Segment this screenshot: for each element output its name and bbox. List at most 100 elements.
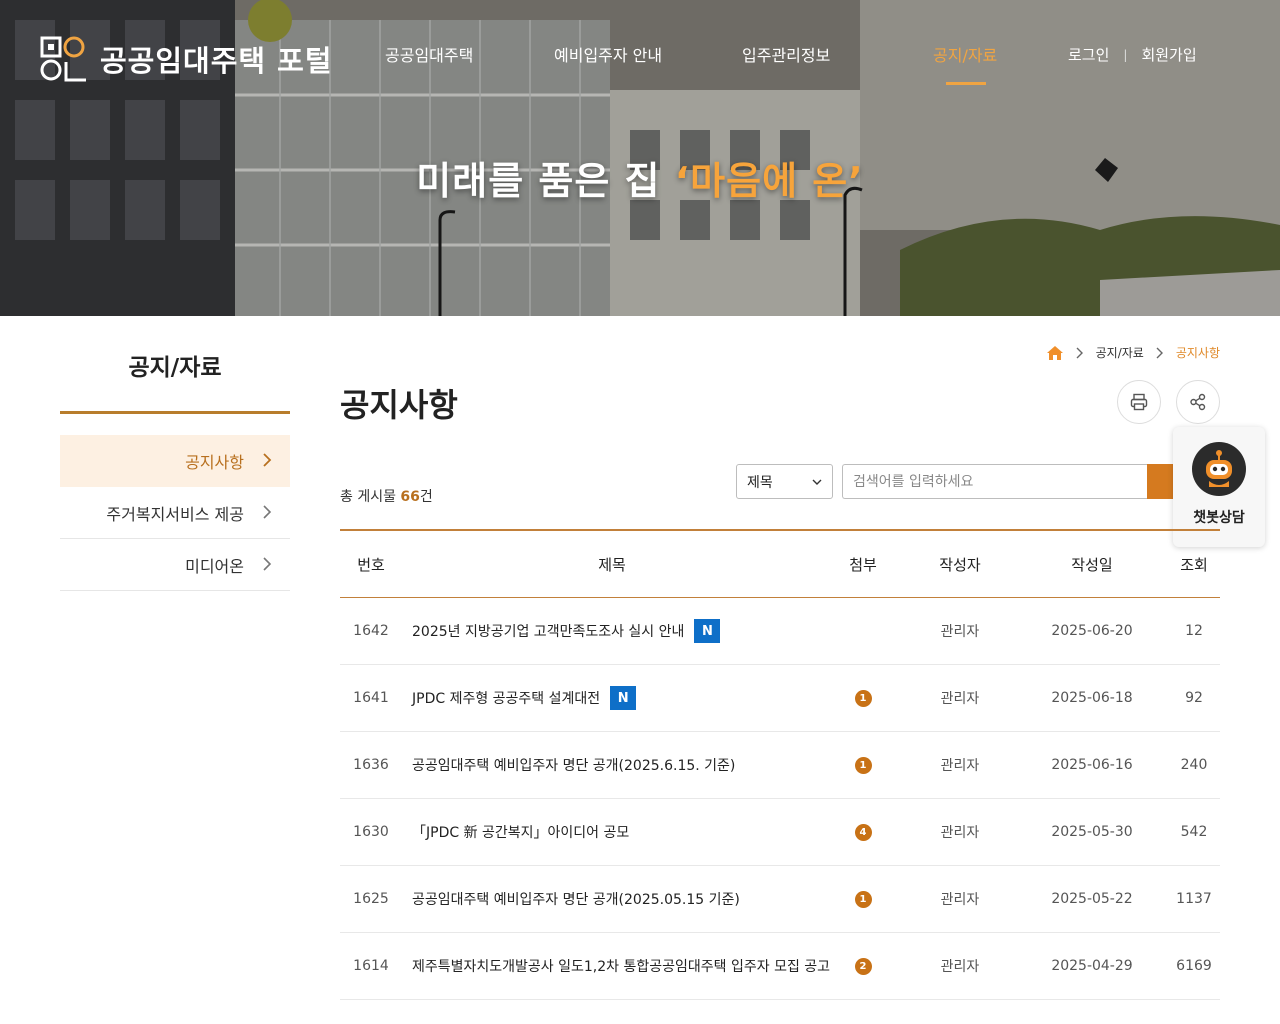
- post-date: 2025-04-29: [1051, 958, 1133, 974]
- post-views: 1137: [1176, 891, 1212, 907]
- tagline-main: 미래를 품은 집: [416, 159, 675, 203]
- post-date: 2025-06-20: [1051, 623, 1133, 639]
- attachment-cell: 1: [822, 890, 904, 908]
- nav-notice-resources[interactable]: 공지/자료: [933, 42, 997, 66]
- table-row[interactable]: 1636 공공임대주택 예비입주자 명단 공개(2025.6.15. 기준) 1…: [340, 732, 1220, 799]
- home-icon[interactable]: [1046, 345, 1064, 361]
- user-menu: 로그인 | 회원가입: [1068, 44, 1197, 65]
- post-number: 1614: [353, 958, 389, 974]
- nav-public-rental[interactable]: 공공임대주택: [385, 42, 473, 66]
- search-input[interactable]: [842, 464, 1147, 499]
- attachment-cell: 1: [822, 689, 904, 707]
- printer-icon: [1130, 393, 1148, 411]
- post-writer: 관리자: [940, 959, 980, 975]
- sidebar-item-label: 주거복지서비스 제공: [106, 504, 244, 524]
- post-number: 1641: [353, 690, 389, 706]
- sidebar-item-media-on[interactable]: 미디어온: [60, 539, 290, 591]
- post-title-link[interactable]: 「JPDC 新 공간복지」아이디어 공모: [412, 822, 629, 842]
- post-number: 1642: [353, 623, 389, 639]
- post-title-link[interactable]: 공공임대주택 예비입주자 명단 공개(2025.6.15. 기준): [412, 755, 735, 775]
- sidebar-title: 공지/자료: [128, 355, 222, 381]
- total-posts: 총 게시물 66건: [340, 486, 433, 506]
- post-title-link[interactable]: JPDC 제주형 공공주택 설계대전: [412, 688, 600, 708]
- post-title-link[interactable]: 제주특별자치도개발공사 일도1,2차 통합공공임대주택 입주자 모집 공고: [412, 956, 830, 976]
- print-button[interactable]: [1117, 380, 1161, 424]
- post-title-cell: 「JPDC 新 공간복지」아이디어 공모: [402, 822, 822, 842]
- sidebar-menu: 공지사항 주거복지서비스 제공 미디어온: [60, 435, 290, 591]
- chevron-right-icon: [1156, 347, 1163, 358]
- post-date: 2025-05-22: [1051, 891, 1133, 907]
- col-header-no: 번호: [357, 555, 385, 574]
- search-field-select[interactable]: 제목: [736, 464, 833, 499]
- post-title-cell: 2025년 지방공기업 고객만족도조사 실시 안내 N: [402, 619, 822, 643]
- signup-link[interactable]: 회원가입: [1141, 44, 1196, 65]
- attachment-count-badge[interactable]: 4: [854, 823, 872, 841]
- post-date: 2025-06-18: [1051, 690, 1133, 706]
- post-writer: 관리자: [940, 691, 980, 707]
- post-number: 1636: [353, 757, 389, 773]
- post-title-cell: JPDC 제주형 공공주택 설계대전 N: [402, 686, 822, 710]
- breadcrumb-current: 공지사항: [1175, 346, 1220, 360]
- table-row[interactable]: 1642 2025년 지방공기업 고객만족도조사 실시 안내 N 관리자 202…: [340, 598, 1220, 665]
- attachment-cell: 2: [822, 957, 904, 975]
- post-title-cell: 공공임대주택 예비입주자 명단 공개(2025.6.15. 기준): [402, 755, 822, 775]
- post-title-cell: 공공임대주택 예비입주자 명단 공개(2025.05.15 기준): [402, 889, 822, 909]
- attachment-count-badge[interactable]: 1: [854, 890, 872, 908]
- post-date: 2025-06-16: [1051, 757, 1133, 773]
- table-row[interactable]: 1614 제주특별자치도개발공사 일도1,2차 통합공공임대주택 입주자 모집 …: [340, 933, 1220, 1000]
- col-header-title: 제목: [598, 555, 626, 574]
- post-writer: 관리자: [940, 758, 980, 774]
- post-title-link[interactable]: 2025년 지방공기업 고객만족도조사 실시 안내: [412, 621, 684, 641]
- nav-residence-management[interactable]: 입주관리정보: [742, 42, 830, 66]
- sidebar-divider: [60, 411, 290, 414]
- col-header-writer: 작성자: [939, 555, 981, 574]
- post-views: 240: [1180, 757, 1208, 773]
- post-views: 92: [1185, 690, 1203, 706]
- total-count: 66: [400, 489, 420, 505]
- table-row[interactable]: 1630 「JPDC 新 공간복지」아이디어 공모 4 관리자 2025-05-…: [340, 799, 1220, 866]
- post-number: 1630: [353, 824, 389, 840]
- attachment-count-badge[interactable]: 1: [854, 689, 872, 707]
- share-icon: [1190, 393, 1206, 411]
- post-title-link[interactable]: 공공임대주택 예비입주자 명단 공개(2025.05.15 기준): [412, 889, 740, 909]
- chatbot-robot-icon: [1192, 442, 1246, 496]
- post-number: 1625: [353, 891, 389, 907]
- sidebar-item-notice[interactable]: 공지사항: [60, 435, 290, 487]
- attachment-count-badge[interactable]: 2: [854, 957, 872, 975]
- nav-waitlist-guide[interactable]: 예비입주자 안내: [554, 42, 662, 66]
- sidebar-item-housing-welfare[interactable]: 주거복지서비스 제공: [60, 487, 290, 539]
- breadcrumb-item[interactable]: 공지/자료: [1096, 344, 1144, 361]
- col-header-views: 조회: [1180, 555, 1208, 574]
- notice-table: 번호 제목 첨부 작성자 작성일 조회 1642 2025년 지방공기업 고객만…: [340, 529, 1220, 1000]
- table-row[interactable]: 1625 공공임대주택 예비입주자 명단 공개(2025.05.15 기준) 1…: [340, 866, 1220, 933]
- search-select-value: 제목: [747, 474, 773, 491]
- chevron-right-icon: [263, 453, 272, 467]
- post-views: 542: [1180, 824, 1208, 840]
- col-header-date: 작성일: [1071, 555, 1113, 574]
- chevron-right-icon: [263, 557, 272, 571]
- post-writer: 관리자: [940, 624, 980, 640]
- chevron-right-icon: [1076, 347, 1083, 358]
- post-date: 2025-05-30: [1051, 824, 1133, 840]
- post-writer: 관리자: [940, 825, 980, 841]
- sidebar-item-label: 미디어온: [185, 556, 244, 576]
- login-link[interactable]: 로그인: [1068, 44, 1109, 65]
- total-suffix: 건: [419, 489, 433, 505]
- sidebar-item-label: 공지사항: [185, 453, 244, 472]
- new-badge: N: [610, 686, 637, 710]
- total-prefix: 총 게시물: [340, 489, 401, 505]
- share-button[interactable]: [1176, 380, 1220, 424]
- hero-tagline: 미래를 품은 집 ‘마음에 온’: [0, 150, 1280, 205]
- col-header-attach: 첨부: [849, 555, 877, 574]
- table-row[interactable]: 1641 JPDC 제주형 공공주택 설계대전 N 1 관리자 2025-06-…: [340, 665, 1220, 732]
- attachment-count-badge[interactable]: 1: [854, 756, 872, 774]
- attachment-cell: 1: [822, 756, 904, 774]
- attachment-cell: 4: [822, 823, 904, 841]
- nav-active-indicator: [946, 82, 986, 85]
- chevron-down-icon: [812, 479, 822, 485]
- chatbot-label: 챗봇상담: [1193, 510, 1245, 526]
- util-separator: |: [1123, 47, 1128, 62]
- post-views: 12: [1185, 623, 1203, 639]
- post-title-cell: 제주특별자치도개발공사 일도1,2차 통합공공임대주택 입주자 모집 공고: [402, 956, 830, 976]
- chevron-right-icon: [263, 505, 272, 519]
